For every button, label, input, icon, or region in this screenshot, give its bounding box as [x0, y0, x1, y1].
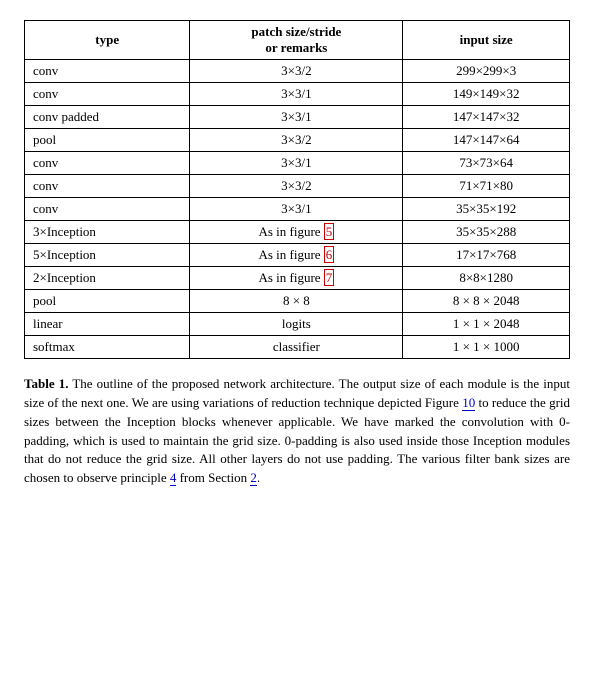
cell-input: 149×149×32 [403, 83, 570, 106]
cell-input: 35×35×192 [403, 198, 570, 221]
cell-input: 1 × 1 × 1000 [403, 336, 570, 359]
cell-patch: 8 × 8 [190, 290, 403, 313]
cell-type: linear [25, 313, 190, 336]
table-row: conv3×3/1149×149×32 [25, 83, 570, 106]
cell-patch: As in figure 6 [190, 244, 403, 267]
figure-ref-link[interactable]: 5 [324, 223, 335, 240]
table-row: pool3×3/2147×147×64 [25, 129, 570, 152]
cell-input: 147×147×32 [403, 106, 570, 129]
figure-ref-link[interactable]: 6 [324, 246, 335, 263]
table-row: pool8 × 88 × 8 × 2048 [25, 290, 570, 313]
cell-patch: 3×3/1 [190, 198, 403, 221]
cell-type: softmax [25, 336, 190, 359]
cell-type: 5×Inception [25, 244, 190, 267]
cell-input: 299×299×3 [403, 60, 570, 83]
cell-patch: 3×3/2 [190, 129, 403, 152]
cell-input: 35×35×288 [403, 221, 570, 244]
cell-patch: 3×3/1 [190, 106, 403, 129]
architecture-table: type patch size/stride or remarks input … [24, 20, 570, 359]
col-header-input: input size [403, 21, 570, 60]
cell-patch: 3×3/1 [190, 83, 403, 106]
table-row: conv3×3/271×71×80 [25, 175, 570, 198]
caption-text-3: from Section [176, 470, 250, 485]
cell-input: 8 × 8 × 2048 [403, 290, 570, 313]
caption-label: Table 1. [24, 376, 68, 391]
cell-patch: 3×3/2 [190, 175, 403, 198]
cell-input: 71×71×80 [403, 175, 570, 198]
figure-ref-link[interactable]: 7 [324, 269, 335, 286]
table-row: 3×InceptionAs in figure 535×35×288 [25, 221, 570, 244]
table: type patch size/stride or remarks input … [24, 20, 570, 359]
figure-10-link[interactable]: 10 [462, 395, 475, 411]
col-header-patch: patch size/stride or remarks [190, 21, 403, 60]
cell-type: 3×Inception [25, 221, 190, 244]
table-row: linearlogits1 × 1 × 2048 [25, 313, 570, 336]
cell-patch: classifier [190, 336, 403, 359]
patch-header-line1: patch size/stride [251, 24, 341, 39]
table-row: 2×InceptionAs in figure 78×8×1280 [25, 267, 570, 290]
table-row: conv3×3/2299×299×3 [25, 60, 570, 83]
cell-type: conv [25, 152, 190, 175]
cell-patch: 3×3/2 [190, 60, 403, 83]
cell-type: conv [25, 198, 190, 221]
table-row: 5×InceptionAs in figure 617×17×768 [25, 244, 570, 267]
cell-type: conv [25, 60, 190, 83]
cell-type: conv padded [25, 106, 190, 129]
caption-text-4: . [257, 470, 260, 485]
col-header-type: type [25, 21, 190, 60]
cell-type: pool [25, 129, 190, 152]
cell-patch: As in figure 5 [190, 221, 403, 244]
table-caption: Table 1. The outline of the proposed net… [24, 375, 570, 488]
cell-patch: 3×3/1 [190, 152, 403, 175]
cell-type: conv [25, 83, 190, 106]
patch-header-line2: or remarks [265, 40, 327, 55]
cell-patch: As in figure 7 [190, 267, 403, 290]
cell-type: pool [25, 290, 190, 313]
table-row: conv padded3×3/1147×147×32 [25, 106, 570, 129]
cell-type: conv [25, 175, 190, 198]
cell-input: 73×73×64 [403, 152, 570, 175]
table-row: softmaxclassifier1 × 1 × 1000 [25, 336, 570, 359]
cell-input: 1 × 1 × 2048 [403, 313, 570, 336]
cell-input: 8×8×1280 [403, 267, 570, 290]
cell-input: 147×147×64 [403, 129, 570, 152]
table-row: conv3×3/173×73×64 [25, 152, 570, 175]
cell-input: 17×17×768 [403, 244, 570, 267]
cell-type: 2×Inception [25, 267, 190, 290]
table-row: conv3×3/135×35×192 [25, 198, 570, 221]
cell-patch: logits [190, 313, 403, 336]
